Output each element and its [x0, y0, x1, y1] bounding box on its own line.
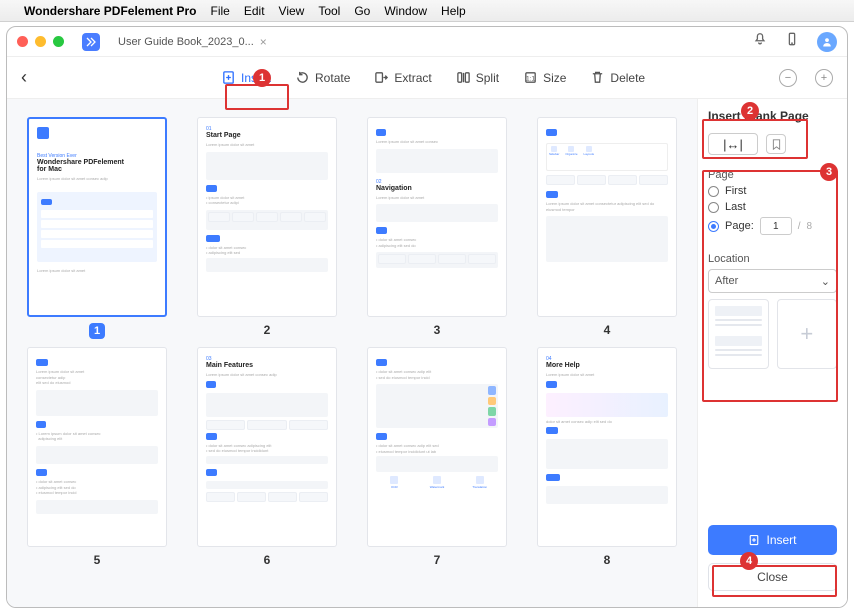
page-thumbnail-1[interactable]: Best Version Ever Wondershare PDFelement…: [27, 117, 167, 317]
minimize-window-button[interactable]: [35, 36, 46, 47]
app-window: User Guide Book_2023_0... × ‹ Insert Rot…: [6, 26, 848, 608]
radio-page-label: Page:: [725, 220, 754, 232]
page-sep: /: [798, 221, 801, 232]
chevron-down-icon: ⌄: [821, 275, 830, 288]
insert-button-label: Insert: [766, 533, 796, 547]
close-tab-button[interactable]: ×: [260, 35, 267, 49]
delete-tool[interactable]: Delete: [590, 70, 645, 85]
page-cell-6: 03 Main Features Lorem ipsum dolor sit a…: [197, 347, 337, 567]
page-number-4: 4: [604, 323, 611, 337]
maximize-window-button[interactable]: [53, 36, 64, 47]
bookmark-icon[interactable]: [766, 134, 786, 154]
page-number-input[interactable]: 1: [760, 217, 792, 235]
page-total: 8: [807, 221, 813, 232]
page-number-3: 3: [434, 323, 441, 337]
page-thumbnails: Best Version Ever Wondershare PDFelement…: [7, 99, 697, 607]
page-cell-4: Sidebar Organize Layouts Lorem ipsum dol…: [537, 117, 677, 339]
page-section-label: Page: [708, 169, 837, 181]
page-cell-2: 01 Start Page Lorem ipsum dolor sit amet…: [197, 117, 337, 339]
insert-button[interactable]: Insert: [708, 525, 837, 555]
radio-first-control[interactable]: [708, 186, 719, 197]
menu-window[interactable]: Window: [384, 4, 427, 18]
radio-last-label: Last: [725, 201, 746, 213]
zoom-out-button[interactable]: −: [779, 69, 797, 87]
menu-help[interactable]: Help: [441, 4, 466, 18]
extract-tool-label: Extract: [394, 71, 431, 85]
page-number-2: 2: [264, 323, 271, 337]
split-tool[interactable]: Split: [456, 70, 499, 85]
delete-tool-label: Delete: [610, 71, 645, 85]
page-thumbnail-8[interactable]: 04 More Help Lorem ipsum dolor sit amet …: [537, 347, 677, 547]
page-number-5: 5: [94, 553, 101, 567]
location-select[interactable]: After ⌄: [708, 269, 837, 293]
layout-option-add[interactable]: +: [777, 299, 838, 369]
insert-panel: Insert Blank Page |↔| Page First Last: [697, 99, 847, 607]
page-thumbnail-4[interactable]: Sidebar Organize Layouts Lorem ipsum dol…: [537, 117, 677, 317]
radio-first-label: First: [725, 185, 746, 197]
menu-tool[interactable]: Tool: [318, 4, 340, 18]
page-cell-8: 04 More Help Lorem ipsum dolor sit amet …: [537, 347, 677, 567]
page-cell-3: Lorem ipsum dolor sit amet consec 02 Nav…: [367, 117, 507, 339]
insert-tool[interactable]: Insert: [221, 70, 271, 85]
location-value: After: [715, 275, 738, 287]
location-section-label: Location: [708, 253, 837, 265]
bell-icon[interactable]: [753, 32, 767, 51]
close-button-label: Close: [757, 570, 788, 584]
layout-option-portrait[interactable]: [708, 299, 769, 369]
page-thumbnail-6[interactable]: 03 Main Features Lorem ipsum dolor sit a…: [197, 347, 337, 547]
close-button[interactable]: Close: [708, 563, 837, 591]
menu-go[interactable]: Go: [354, 4, 370, 18]
split-tool-label: Split: [476, 71, 499, 85]
page-thumbnail-3[interactable]: Lorem ipsum dolor sit amet consec 02 Nav…: [367, 117, 507, 317]
thumb8-heading: More Help: [546, 362, 668, 369]
radio-page-control[interactable]: [708, 221, 719, 232]
rotate-tool-label: Rotate: [315, 71, 350, 85]
menubar-app-name[interactable]: Wondershare PDFelement Pro: [24, 4, 197, 18]
avatar[interactable]: [817, 32, 837, 52]
menu-file[interactable]: File: [211, 4, 230, 18]
document-tab[interactable]: User Guide Book_2023_0... ×: [110, 31, 275, 53]
mac-menubar: Wondershare PDFelement Pro File Edit Vie…: [0, 0, 854, 22]
radio-last-control[interactable]: [708, 202, 719, 213]
rotate-tool[interactable]: Rotate: [295, 70, 350, 85]
thumb2-heading: Start Page: [206, 132, 328, 139]
thumb3-heading: Navigation: [376, 185, 498, 192]
extract-tool[interactable]: Extract: [374, 70, 431, 85]
document-tab-label: User Guide Book_2023_0...: [118, 36, 254, 48]
traffic-lights: [17, 36, 64, 47]
radio-page[interactable]: Page: 1 / 8: [708, 217, 837, 235]
menu-view[interactable]: View: [279, 4, 305, 18]
page-toolbar: ‹ Insert Rotate Extract Split 1:1 Size D…: [7, 57, 847, 99]
page-cell-5: Lorem ipsum dolor sit ametconsectetur ad…: [27, 347, 167, 567]
titlebar: User Guide Book_2023_0... ×: [7, 27, 847, 57]
app-logo: [82, 33, 100, 51]
phone-icon[interactable]: [785, 32, 799, 51]
page-thumbnail-7[interactable]: • dolor sit amet consec adip elit• sed d…: [367, 347, 507, 547]
page-cell-1: Best Version Ever Wondershare PDFelement…: [27, 117, 167, 339]
count-input[interactable]: |↔|: [708, 133, 758, 155]
svg-text:1:1: 1:1: [526, 75, 535, 82]
page-number-7: 7: [434, 553, 441, 567]
insert-tool-label: Insert: [241, 71, 271, 85]
page-number-1: 1: [89, 323, 105, 339]
radio-last[interactable]: Last: [708, 201, 837, 213]
zoom-in-button[interactable]: +: [815, 69, 833, 87]
page-number-6: 6: [264, 553, 271, 567]
radio-first[interactable]: First: [708, 185, 837, 197]
page-cell-7: • dolor sit amet consec adip elit• sed d…: [367, 347, 507, 567]
page-thumbnail-2[interactable]: 01 Start Page Lorem ipsum dolor sit amet…: [197, 117, 337, 317]
size-tool-label: Size: [543, 71, 566, 85]
thumb6-heading: Main Features: [206, 362, 328, 369]
thumb1-heading: Wondershare PDFelement for Mac: [37, 159, 157, 173]
menu-edit[interactable]: Edit: [244, 4, 265, 18]
main-area: Best Version Ever Wondershare PDFelement…: [7, 99, 847, 607]
page-number-8: 8: [604, 553, 611, 567]
page-thumbnail-5[interactable]: Lorem ipsum dolor sit ametconsectetur ad…: [27, 347, 167, 547]
close-window-button[interactable]: [17, 36, 28, 47]
panel-title: Insert Blank Page: [708, 109, 837, 123]
back-button[interactable]: ‹: [21, 67, 27, 88]
size-tool[interactable]: 1:1 Size: [523, 70, 566, 85]
